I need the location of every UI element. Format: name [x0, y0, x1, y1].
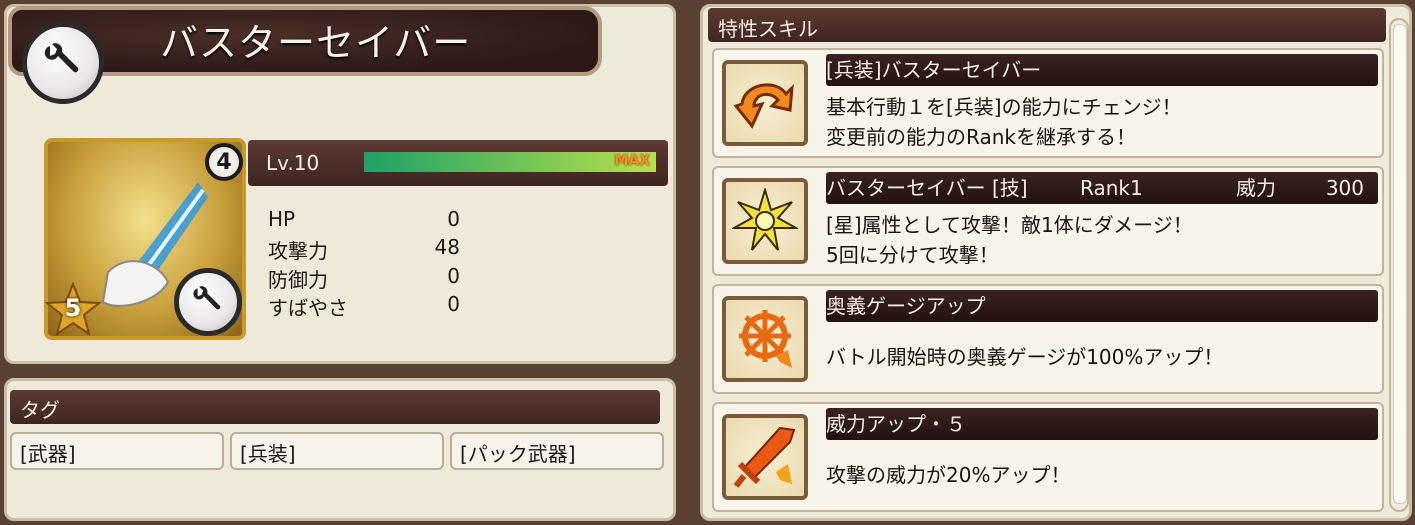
skill-title-bar: バスターセイバー [技] Rank1 威力 300 [826, 172, 1378, 204]
skill-scrollbar-thumb[interactable] [1393, 24, 1407, 504]
skill-title: 奥義ゲージアップ [826, 290, 1378, 322]
ougi-gauge-graphic [739, 310, 792, 368]
sword-up-icon [722, 414, 808, 500]
skill-desc-line1: 基本行動１を[兵装]の能力にチェンジ！ [826, 95, 1182, 119]
star-burst-graphic [732, 188, 798, 251]
wrench-equip-icon [174, 268, 242, 336]
ougi-gauge-icon [722, 296, 808, 382]
stat-attack-value: 48 [434, 235, 460, 259]
level-gauge: MAX [364, 152, 656, 172]
level-max-label: MAX [614, 153, 650, 169]
star-count: 5 [64, 294, 82, 322]
wrench-icon [193, 286, 221, 310]
skill-card[interactable]: 奥義ゲージアップ バトル開始時の奥義ゲージが100%アップ！ [712, 284, 1384, 394]
skill-desc-line1: [星]属性として攻撃！敵1体にダメージ！ [826, 213, 1193, 237]
tag-item[interactable]: [パック武器] [450, 432, 664, 470]
skill-card[interactable]: バスターセイバー [技] Rank1 威力 300 [星]属性として攻撃！敵1体… [712, 166, 1384, 276]
sword-up-graphic [733, 426, 796, 488]
skill-header-label: 特性スキル [718, 17, 818, 41]
skill-scrollbar[interactable] [1389, 18, 1409, 512]
skill-title: バスターセイバー [技] [826, 176, 1028, 200]
skill-power-value: 300 [1325, 176, 1364, 200]
rank-badge-value: 4 [216, 149, 232, 175]
tag-header-label: タグ [20, 398, 60, 422]
skill-desc-line2: 5回に分けて攻撃！ [826, 243, 999, 267]
stat-speed-value: 0 [447, 292, 460, 316]
skill-desc-line1: 攻撃の威力が20%アップ！ [826, 463, 1071, 487]
tag-header: タグ [10, 390, 660, 424]
skill-title: [兵装]バスターセイバー [826, 54, 1378, 86]
level-label: Lv.10 [266, 151, 320, 175]
level-bar: Lv.10 MAX [248, 140, 668, 186]
wrench-icon [44, 43, 79, 73]
stat-hp-value: 0 [447, 207, 460, 231]
stat-speed-label: すばやさ [268, 296, 348, 320]
level-gauge-fill [364, 152, 656, 172]
tag-item[interactable]: [兵装] [230, 432, 444, 470]
skill-card[interactable]: 威力アップ・５ 攻撃の威力が20%アップ！ [712, 402, 1384, 512]
weapon-name: バスターセイバー [160, 21, 472, 65]
rank-badge: 4 [205, 143, 243, 181]
skill-desc-line2: 変更前の能力のRankを継承する！ [826, 125, 1136, 149]
change-arrow-graphic [733, 83, 794, 129]
change-arrow-icon [722, 60, 808, 146]
skill-rank: Rank1 [1080, 176, 1143, 200]
star-rarity-badge: 5 [44, 281, 102, 338]
tag-item[interactable]: [武器] [10, 432, 224, 470]
stat-defense-label: 防御力 [268, 268, 328, 292]
skill-header: 特性スキル [708, 8, 1386, 42]
stat-attack-label: 攻撃力 [268, 239, 328, 263]
stat-hp-label: HP [268, 207, 296, 231]
wrench-type-icon [22, 22, 104, 104]
skill-desc-line1: バトル開始時の奥義ゲージが100%アップ！ [826, 345, 1224, 369]
skill-power-label: 威力 [1236, 176, 1276, 200]
star-burst-icon [722, 178, 808, 264]
skill-card[interactable]: [兵装]バスターセイバー 基本行動１を[兵装]の能力にチェンジ！ 変更前の能力の… [712, 48, 1384, 158]
skill-title: 威力アップ・５ [826, 408, 1378, 440]
stat-defense-value: 0 [447, 264, 460, 288]
